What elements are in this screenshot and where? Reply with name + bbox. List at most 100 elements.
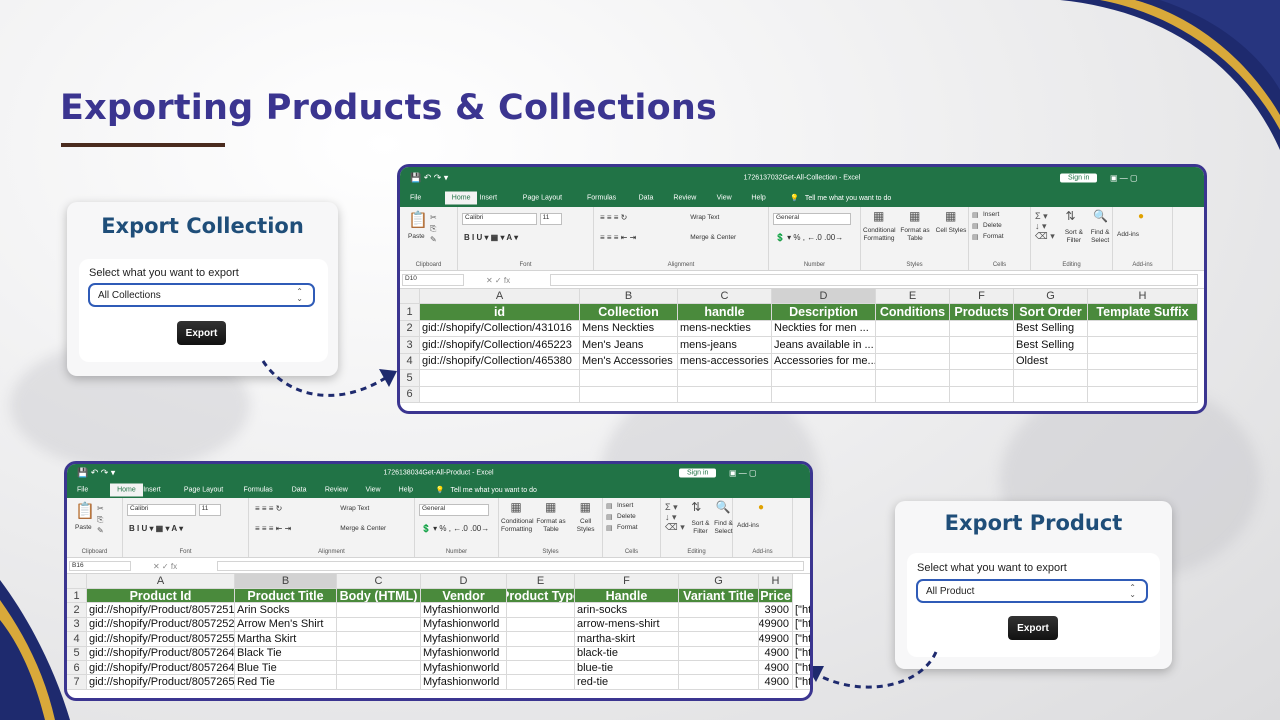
table-cell[interactable]: Myfashionworld	[421, 675, 507, 690]
table-cell[interactable]: Men's Accessories	[580, 353, 678, 370]
delete-cells-button[interactable]: Delete	[617, 513, 636, 520]
tell-me-search[interactable]: 💡 Tell me what you want to do	[790, 194, 891, 202]
table-cell[interactable]	[507, 661, 575, 676]
table-cell[interactable]: ["ht	[793, 675, 810, 690]
table-cell[interactable]: Myfashionworld	[421, 603, 507, 618]
tab-data[interactable]: Data	[639, 195, 654, 202]
number-format-box[interactable]: General	[773, 213, 851, 225]
table-cell[interactable]	[679, 632, 759, 647]
tell-me-search[interactable]: 💡 Tell me what you want to do	[436, 486, 537, 494]
table-cell[interactable]: Myfashionworld	[421, 646, 507, 661]
table-cell[interactable]: gid://shopify/Collection/431016	[420, 320, 580, 337]
cut-copy-icons[interactable]: ✂ ⎘ ✎	[97, 503, 104, 536]
select-all-corner[interactable]	[400, 289, 420, 304]
paste-icon[interactable]: 📋	[75, 504, 95, 520]
table-cell[interactable]	[679, 646, 759, 661]
formula-input[interactable]	[550, 274, 1198, 286]
table-cell[interactable]: Jeans available in ...	[772, 337, 876, 354]
format-cells-button[interactable]: Format	[983, 233, 1004, 240]
row-number[interactable]: 4	[67, 632, 87, 647]
tab-formulas[interactable]: Formulas	[587, 195, 616, 202]
table-cell[interactable]	[580, 370, 678, 387]
number-format-buttons[interactable]: 💲 ▾ % , ←.0 .00→	[775, 233, 843, 242]
table-cell[interactable]: mens-neckties	[678, 320, 772, 337]
add-ins-button[interactable]: Add-ins	[1117, 231, 1139, 238]
table-cell[interactable]: ["htt	[793, 603, 810, 618]
table-cell[interactable]: martha-skirt	[575, 632, 679, 647]
table-cell[interactable]	[876, 337, 950, 354]
font-size-box[interactable]: 11	[198, 504, 221, 516]
tab-home[interactable]: Home	[110, 483, 143, 497]
font-name-box[interactable]: Calibri	[462, 213, 537, 225]
tab-help[interactable]: Help	[751, 195, 765, 202]
format-cells-button[interactable]: Format	[617, 524, 638, 531]
wrap-text-button[interactable]: Wrap Text	[340, 505, 369, 512]
table-cell[interactable]: mens-jeans	[678, 337, 772, 354]
number-format-box[interactable]: General	[419, 504, 489, 516]
table-cell[interactable]: Best Selling	[1014, 337, 1088, 354]
table-cell[interactable]	[950, 337, 1014, 354]
table-cell[interactable]: 49900	[759, 632, 793, 647]
row-number[interactable]: 6	[67, 661, 87, 676]
table-cell[interactable]: 3900	[759, 603, 793, 618]
table-cell[interactable]: 4900	[759, 646, 793, 661]
select-all-corner[interactable]	[67, 574, 87, 589]
table-cell[interactable]: gid://shopify/Product/8057255	[87, 632, 235, 647]
tab-review[interactable]: Review	[325, 487, 348, 494]
merge-center-button[interactable]: Merge & Center	[340, 525, 386, 532]
column-header-f[interactable]: F	[575, 574, 679, 589]
font-size-box[interactable]: 11	[539, 213, 562, 225]
table-cell[interactable]	[950, 320, 1014, 337]
table-cell[interactable]	[679, 603, 759, 618]
table-cell[interactable]: Blue Tie	[235, 661, 337, 676]
table-cell[interactable]	[679, 661, 759, 676]
tab-page-layout[interactable]: Page Layout	[184, 487, 223, 494]
table-cell[interactable]	[337, 617, 421, 633]
formula-input[interactable]	[217, 561, 804, 571]
table-cell[interactable]	[1014, 370, 1088, 387]
column-header-b[interactable]: B	[235, 574, 337, 589]
table-cell[interactable]	[420, 386, 580, 403]
table-cell[interactable]: Arin Socks	[235, 603, 337, 618]
table-cell[interactable]	[679, 675, 759, 690]
table-cell[interactable]	[1088, 386, 1198, 403]
row-number[interactable]: 4	[400, 353, 420, 370]
table-cell[interactable]: Accessories for me...	[772, 353, 876, 370]
table-cell[interactable]	[772, 370, 876, 387]
table-cell[interactable]	[950, 370, 1014, 387]
row-number[interactable]: 1	[400, 304, 420, 321]
tab-file[interactable]: File	[77, 487, 88, 494]
table-cell[interactable]: Neckties for men ...	[772, 320, 876, 337]
table-cell[interactable]: Oldest	[1014, 353, 1088, 370]
column-header-f[interactable]: F	[950, 289, 1014, 304]
table-cell[interactable]: 4900	[759, 675, 793, 690]
table-cell[interactable]: ["htt	[793, 647, 810, 661]
table-cell[interactable]: mens-accessories	[678, 353, 772, 370]
conditional-formatting-button[interactable]: Conditional Formatting	[863, 227, 896, 243]
table-cell[interactable]: gid://shopify/Collection/465380	[420, 353, 580, 370]
table-cell[interactable]	[876, 370, 950, 387]
table-cell[interactable]	[580, 386, 678, 403]
delete-cells-button[interactable]: Delete	[983, 222, 1002, 229]
table-cell[interactable]	[507, 675, 575, 690]
table-cell[interactable]	[337, 603, 421, 618]
sign-in-button[interactable]: Sign in	[1060, 173, 1098, 183]
cut-copy-icons[interactable]: ✂ ⎘ ✎	[430, 212, 437, 245]
cell-styles-button[interactable]: Cell Styles	[570, 518, 601, 534]
table-cell[interactable]: 4900	[759, 661, 793, 676]
table-cell[interactable]: gid://shopify/Product/8057252	[87, 617, 235, 633]
row-number[interactable]: 6	[400, 386, 420, 403]
table-cell[interactable]: gid://shopify/Product/8057265	[87, 675, 235, 690]
tab-help[interactable]: Help	[399, 487, 413, 494]
column-header-c[interactable]: C	[678, 289, 772, 304]
row-number[interactable]: 3	[400, 337, 420, 354]
formula-buttons[interactable]: ✕ ✓ fx	[486, 276, 510, 285]
table-cell[interactable]: ["htt	[793, 661, 810, 676]
table-cell[interactable]: Myfashionworld	[421, 661, 507, 676]
table-cell[interactable]: Myfashionworld	[421, 632, 507, 647]
tab-insert[interactable]: Insert	[143, 487, 161, 494]
table-cell[interactable]	[772, 386, 876, 403]
tab-view[interactable]: View	[717, 195, 732, 202]
column-header-e[interactable]: E	[507, 574, 575, 589]
table-cell[interactable]	[876, 353, 950, 370]
